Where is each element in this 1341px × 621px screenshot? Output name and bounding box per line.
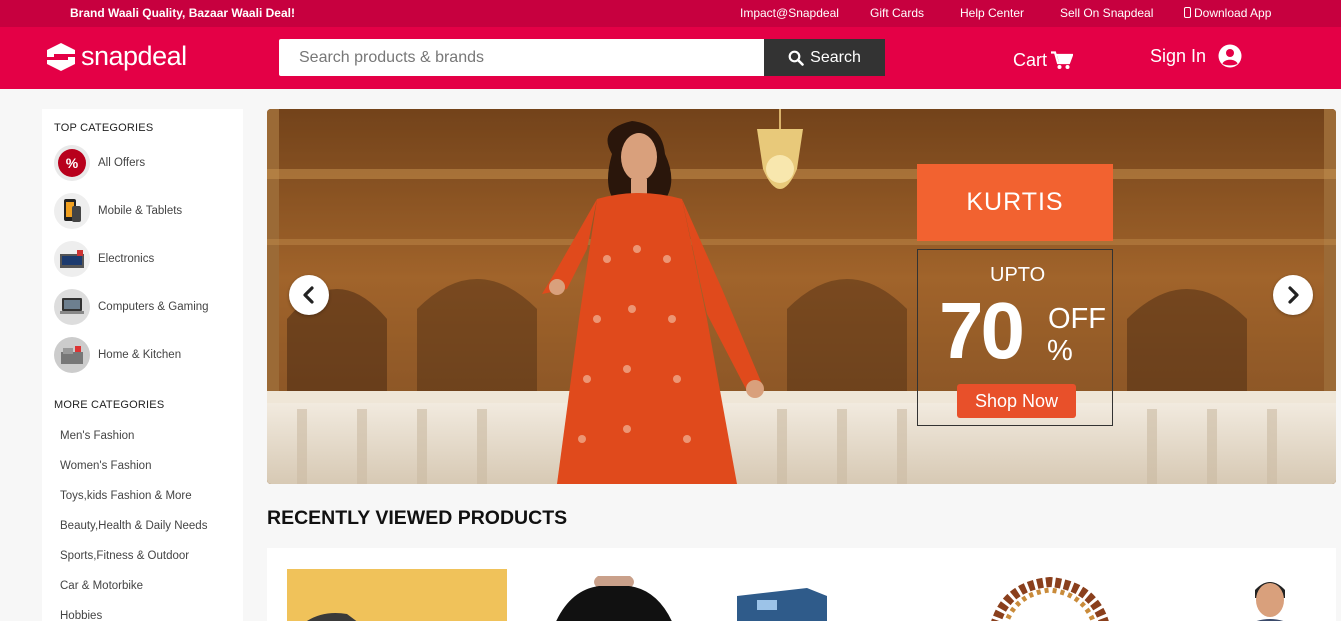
banner-off: OFF <box>1048 303 1106 335</box>
category-label: Mobile & Tablets <box>98 205 183 217</box>
category-hobbies[interactable]: Hobbies <box>60 610 102 621</box>
category-car-motorbike[interactable]: Car & Motorbike <box>60 580 143 592</box>
product-thumbnail[interactable] <box>737 586 827 621</box>
sign-in-button[interactable]: Sign In <box>1150 44 1242 68</box>
chevron-left-icon <box>303 286 314 304</box>
logo-text: snapdeal <box>81 41 187 71</box>
category-mobile-tablets[interactable]: Mobile & Tablets <box>54 193 182 229</box>
recently-viewed-heading: RECENTLY VIEWED PRODUCTS <box>267 507 568 529</box>
top-strip: Brand Waali Quality, Bazaar Waali Deal! … <box>0 0 1341 27</box>
category-label: Computers & Gaming <box>98 301 209 313</box>
product-thumbnail[interactable] <box>1245 576 1295 621</box>
sign-in-label: Sign In <box>1150 45 1207 66</box>
product-thumbnail[interactable] <box>287 569 507 621</box>
offers-icon: % <box>54 145 90 181</box>
product-thumbnail[interactable] <box>985 576 1115 621</box>
category-sports-fitness[interactable]: Sports,Fitness & Outdoor <box>60 550 189 562</box>
cart-icon <box>1051 51 1074 69</box>
search-icon <box>788 50 804 66</box>
category-mens-fashion[interactable]: Men's Fashion <box>60 430 134 442</box>
electronics-icon <box>54 241 90 277</box>
category-label: Home & Kitchen <box>98 349 182 361</box>
category-label: All Offers <box>98 157 146 169</box>
category-womens-fashion[interactable]: Women's Fashion <box>60 460 151 472</box>
download-app-link[interactable]: Download App <box>1184 6 1271 20</box>
category-computers-gaming[interactable]: Computers & Gaming <box>54 289 209 325</box>
banner-headline: KURTIS <box>917 164 1113 241</box>
chevron-right-icon <box>1288 286 1299 304</box>
category-electronics[interactable]: Electronics <box>54 241 154 277</box>
gift-cards-link[interactable]: Gift Cards <box>870 6 924 20</box>
more-categories-heading: MORE CATEGORIES <box>54 399 165 411</box>
search-button[interactable]: Search <box>764 39 885 76</box>
product-image <box>287 569 507 621</box>
category-all-offers[interactable]: % All Offers <box>54 145 145 181</box>
computers-gaming-icon <box>54 289 90 325</box>
user-account-icon <box>1218 44 1242 68</box>
cart-button[interactable]: Cart <box>1013 50 1074 71</box>
snapdeal-logo-icon <box>47 42 75 71</box>
impact-link[interactable]: Impact@Snapdeal <box>740 6 839 20</box>
category-toys-kids[interactable]: Toys,kids Fashion & More <box>60 490 192 502</box>
sell-on-snapdeal-link[interactable]: Sell On Snapdeal <box>1060 6 1153 20</box>
search-input[interactable] <box>279 39 764 76</box>
cart-label: Cart <box>1013 50 1048 70</box>
top-categories-heading: TOP CATEGORIES <box>54 122 154 134</box>
carousel-next-button[interactable] <box>1273 275 1313 315</box>
snapdeal-logo[interactable]: snapdeal <box>45 41 187 72</box>
category-sidebar: TOP CATEGORIES % All Offers Mobile & Tab… <box>42 109 243 621</box>
shop-now-button[interactable]: Shop Now <box>957 384 1076 418</box>
carousel-prev-button[interactable] <box>289 275 329 315</box>
product-image <box>737 588 827 621</box>
category-label: Electronics <box>98 253 155 265</box>
banner-percent: % <box>1047 335 1073 367</box>
banner-image <box>267 109 1336 484</box>
recently-viewed-panel <box>267 548 1336 621</box>
help-center-link[interactable]: Help Center <box>960 6 1024 20</box>
tagline: Brand Waali Quality, Bazaar Waali Deal! <box>70 6 295 20</box>
product-image <box>556 572 672 621</box>
category-beauty-health[interactable]: Beauty,Health & Daily Needs <box>60 520 207 532</box>
product-thumbnail[interactable] <box>549 572 679 621</box>
banner-upto: UPTO <box>990 264 1046 286</box>
main-header: snapdeal Search Cart Sign In <box>0 27 1341 89</box>
banner-discount: 70 <box>939 286 1025 375</box>
download-app-label: Download App <box>1194 6 1272 20</box>
product-image <box>1255 582 1285 621</box>
hero-banner[interactable]: KURTIS UPTO 70 OFF % Shop Now <box>267 109 1336 484</box>
product-image <box>991 576 1109 621</box>
mobile-phone-icon <box>1184 7 1191 18</box>
category-home-kitchen[interactable]: Home & Kitchen <box>54 337 181 373</box>
home-kitchen-icon <box>54 337 90 373</box>
mobile-tablets-icon <box>54 193 90 229</box>
svg-text:%: % <box>66 155 79 171</box>
search-button-label: Search <box>810 48 861 66</box>
